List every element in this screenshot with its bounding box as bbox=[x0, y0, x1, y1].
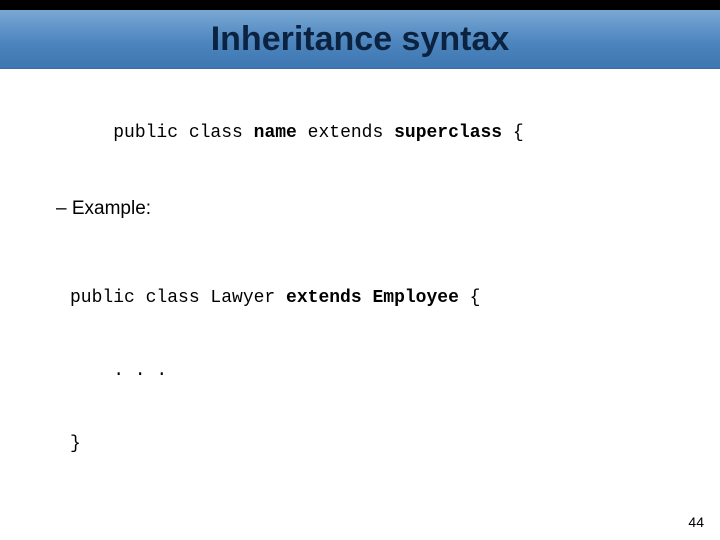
example-line-1: public class Lawyer extends Employee { bbox=[70, 286, 692, 310]
code-extends-clause: extends Employee bbox=[286, 288, 459, 308]
code-text: public class Lawyer bbox=[70, 288, 286, 308]
page-number: 44 bbox=[688, 514, 704, 530]
code-text: { bbox=[459, 288, 481, 308]
example-label: – Example: bbox=[56, 196, 692, 222]
top-black-bar bbox=[0, 0, 720, 10]
syntax-declaration: public class name extends superclass { bbox=[70, 97, 692, 170]
title-band: Inheritance syntax bbox=[0, 10, 720, 69]
syntax-text: { bbox=[502, 123, 524, 143]
example-line-2: . . . bbox=[70, 359, 692, 383]
slide-body: public class name extends superclass { –… bbox=[0, 69, 720, 540]
example-code-block: public class Lawyer extends Employee { .… bbox=[70, 238, 692, 505]
example-line-3: } bbox=[70, 432, 692, 456]
syntax-text: extends bbox=[297, 123, 394, 143]
syntax-text: public class bbox=[113, 123, 253, 143]
slide-title: Inheritance syntax bbox=[211, 20, 510, 59]
syntax-superclass-placeholder: superclass bbox=[394, 123, 502, 143]
syntax-name-placeholder: name bbox=[254, 123, 297, 143]
